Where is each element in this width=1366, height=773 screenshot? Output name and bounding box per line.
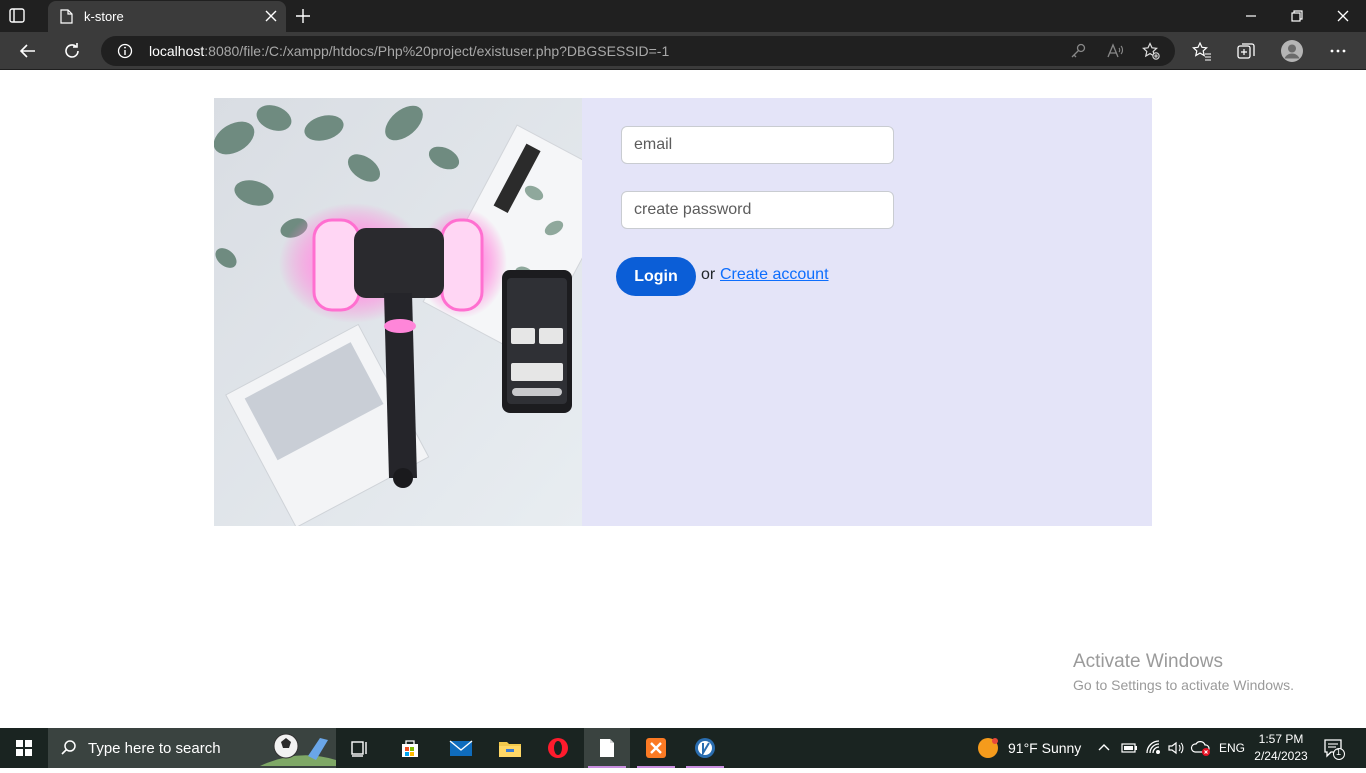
- lightstick-product-image: [214, 98, 582, 526]
- clock-time: 1:57 PM: [1258, 732, 1304, 746]
- address-bar[interactable]: localhost:8080/file:/C:/xampp/htdocs/Php…: [101, 36, 1175, 66]
- tab-k-store[interactable]: k-store: [48, 1, 286, 32]
- create-account-link[interactable]: Create account: [720, 266, 829, 284]
- browser-tab-bar: k-store: [0, 0, 1366, 32]
- refresh-icon[interactable]: [62, 41, 82, 61]
- login-button[interactable]: Login: [616, 257, 696, 296]
- read-aloud-icon[interactable]: [1106, 42, 1124, 60]
- clock[interactable]: 1:57 PM 2/24/2023: [1254, 731, 1308, 765]
- url-text: localhost:8080/file:/C:/xampp/htdocs/Php…: [149, 43, 670, 59]
- language-indicator[interactable]: ENG: [1219, 741, 1245, 755]
- ide-app-icon[interactable]: [682, 728, 728, 768]
- soccer-search-highlight-icon: [260, 730, 336, 766]
- weather-sun-icon[interactable]: [977, 737, 999, 759]
- task-view-icon[interactable]: [337, 728, 383, 768]
- notification-count: 1: [1336, 747, 1342, 757]
- page-icon: [60, 9, 73, 24]
- info-icon[interactable]: [117, 43, 133, 59]
- volume-icon[interactable]: [1167, 739, 1185, 757]
- close-icon[interactable]: [264, 9, 278, 23]
- add-favorite-icon[interactable]: [1142, 42, 1160, 60]
- search-icon: [60, 739, 78, 757]
- favorites-icon[interactable]: [1192, 41, 1212, 61]
- password-field[interactable]: [621, 191, 894, 229]
- battery-icon[interactable]: [1121, 740, 1139, 756]
- back-arrow-icon[interactable]: [18, 41, 38, 61]
- taskbar-search-box[interactable]: Type here to search: [48, 728, 336, 768]
- microsoft-store-icon[interactable]: [387, 728, 433, 768]
- tab-actions-icon[interactable]: [8, 7, 28, 25]
- watermark-subtitle: Go to Settings to activate Windows.: [1073, 677, 1294, 693]
- new-tab-plus-icon[interactable]: [294, 7, 312, 25]
- network-icon[interactable]: [1145, 739, 1163, 757]
- activate-windows-watermark: Activate Windows Go to Settings to activ…: [1073, 651, 1294, 693]
- file-explorer-icon[interactable]: [486, 728, 532, 768]
- restore-icon[interactable]: [1289, 8, 1305, 24]
- taskbar: Type here to search 91°F Sunny ENG 1:57 …: [0, 728, 1366, 768]
- browser-toolbar: localhost:8080/file:/C:/xampp/htdocs/Php…: [0, 32, 1366, 70]
- more-menu-icon[interactable]: [1328, 41, 1348, 61]
- key-icon[interactable]: [1069, 42, 1087, 60]
- xampp-icon[interactable]: [633, 728, 679, 768]
- notepad-icon[interactable]: [584, 728, 630, 768]
- opera-browser-icon[interactable]: [535, 728, 581, 768]
- chevron-up-icon[interactable]: [1097, 740, 1111, 754]
- watermark-title: Activate Windows: [1073, 651, 1223, 672]
- tab-title: k-store: [84, 9, 124, 24]
- login-card: Login or Create account: [214, 98, 1152, 526]
- or-text: or: [701, 266, 716, 283]
- search-placeholder: Type here to search: [88, 740, 221, 757]
- collections-icon[interactable]: [1236, 41, 1256, 61]
- weather-text[interactable]: 91°F Sunny: [1008, 740, 1081, 756]
- minimize-icon[interactable]: [1243, 8, 1259, 24]
- mail-icon[interactable]: [437, 728, 483, 768]
- email-field[interactable]: [621, 126, 894, 164]
- close-window-icon[interactable]: [1335, 8, 1351, 24]
- notification-center-icon[interactable]: 1: [1323, 738, 1345, 760]
- login-form: Login or Create account: [582, 98, 1152, 526]
- cloud-sync-error-icon[interactable]: [1190, 739, 1212, 757]
- windows-start-icon[interactable]: [0, 728, 48, 768]
- profile-avatar-icon[interactable]: [1280, 39, 1304, 63]
- clock-date: 2/24/2023: [1254, 749, 1308, 763]
